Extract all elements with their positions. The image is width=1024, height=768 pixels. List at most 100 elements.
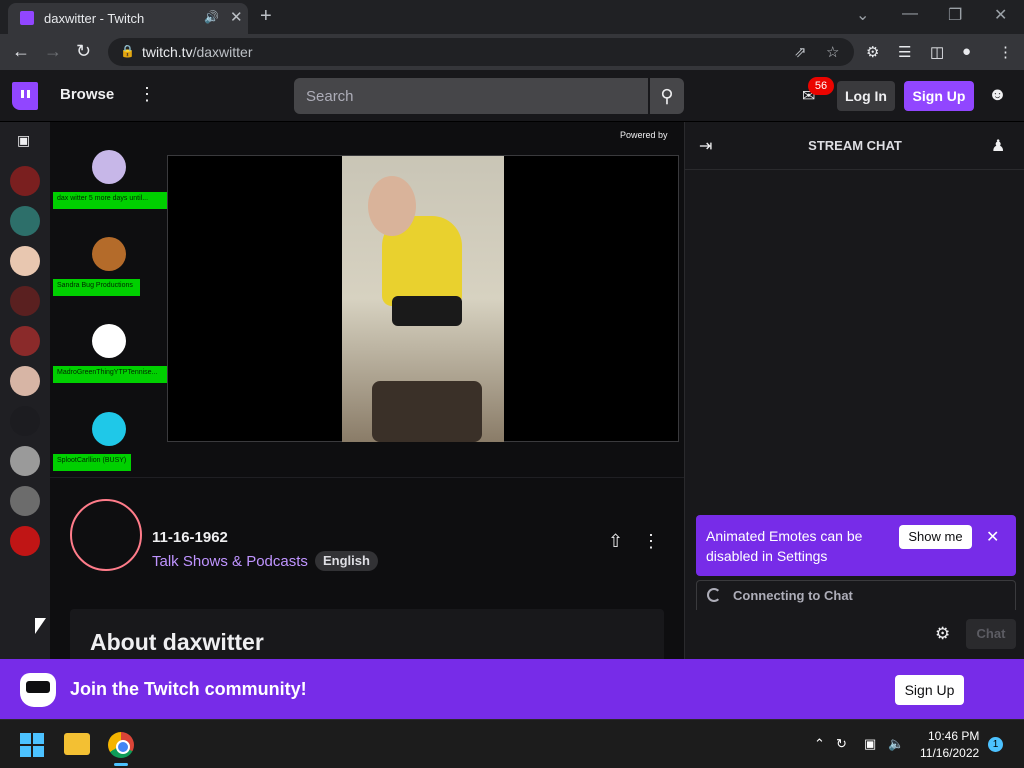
extensions-icon[interactable]: ⚙ xyxy=(866,43,879,61)
browse-link[interactable]: Browse xyxy=(60,86,114,103)
back-icon[interactable]: ← xyxy=(12,41,30,62)
show-me-button[interactable]: Show me xyxy=(899,525,972,549)
file-explorer-icon[interactable] xyxy=(64,733,90,755)
mouse-cursor-icon xyxy=(35,618,46,634)
stream-info: 11-16-1962 Talk Shows & Podcasts English… xyxy=(50,479,684,659)
side-nav: ▣ xyxy=(0,122,50,659)
chrome-icon[interactable] xyxy=(108,732,134,758)
followed-channel-avatar[interactable] xyxy=(10,446,40,476)
new-tab-icon[interactable]: + xyxy=(260,5,272,28)
followed-channel-avatar[interactable] xyxy=(10,486,40,516)
about-panel: About daxwitter xyxy=(70,609,664,659)
notification-badge[interactable]: 1 xyxy=(988,737,1003,752)
followed-channel-avatar[interactable] xyxy=(10,166,40,196)
user-icon[interactable]: ☻ xyxy=(988,84,1007,105)
followed-channel-avatar[interactable] xyxy=(10,286,40,316)
followed-channel-avatar[interactable] xyxy=(10,526,40,556)
video-player[interactable] xyxy=(167,155,679,442)
login-button[interactable]: Log In xyxy=(837,81,895,111)
share-page-icon[interactable]: ⇗ xyxy=(794,43,807,61)
channel-avatar[interactable] xyxy=(92,324,126,358)
clock-date[interactable]: 11/16/2022 xyxy=(920,746,979,760)
video-frame xyxy=(342,156,504,442)
close-icon[interactable]: ✕ xyxy=(986,527,999,547)
channel-label[interactable]: MadroGreenThingYTPTennise... xyxy=(53,366,167,383)
channel-label[interactable]: Sandra Bug Productions xyxy=(53,279,140,296)
minimize-icon[interactable]: — xyxy=(902,5,918,23)
signup-button[interactable]: Sign Up xyxy=(904,81,974,111)
followed-channel-avatar[interactable] xyxy=(10,366,40,396)
video-person-shorts xyxy=(392,296,462,326)
connecting-status: Connecting to Chat xyxy=(696,580,1016,610)
more-menu-icon[interactable]: ⋮ xyxy=(138,84,156,105)
channel-avatar-large[interactable] xyxy=(70,499,142,571)
close-tab-icon[interactable]: ✕ xyxy=(230,8,243,26)
inbox-count-badge: 56 xyxy=(808,77,834,95)
active-app-indicator xyxy=(114,763,128,766)
share-icon[interactable]: ⇧ xyxy=(608,531,623,552)
search-input[interactable]: Search xyxy=(294,78,648,114)
reading-list-icon[interactable]: ☰ xyxy=(898,43,911,61)
browser-toolbar: ← → ↻ 🔒 twitch.tv/daxwitter ⇗ ☆ ⚙ ☰ ◫ ● … xyxy=(0,34,1024,70)
bookmark-star-icon[interactable]: ☆ xyxy=(826,43,839,61)
video-tire xyxy=(372,381,482,442)
reload-icon[interactable]: ↻ xyxy=(76,41,91,62)
network-icon[interactable]: ▣ xyxy=(864,736,876,752)
tab-title: daxwitter - Twitch xyxy=(44,11,145,26)
followed-channel-avatar[interactable] xyxy=(10,206,40,236)
settings-gear-icon[interactable]: ⚙ xyxy=(935,624,950,644)
followed-channel-avatar[interactable] xyxy=(10,406,40,436)
language-tag[interactable]: English xyxy=(315,551,378,571)
kebab-menu-icon[interactable]: ⋮ xyxy=(642,531,660,552)
glitch-mascot-icon xyxy=(20,673,56,707)
chat-send-button[interactable]: Chat xyxy=(966,619,1016,649)
browser-tab[interactable]: daxwitter - Twitch 🔊 ✕ xyxy=(8,3,248,34)
browser-tab-strip: daxwitter - Twitch 🔊 ✕ + ⌄ — ❐ ✕ xyxy=(0,0,1024,34)
channel-avatar[interactable] xyxy=(92,150,126,184)
player-area: Powered by dax witter 5 more days until.… xyxy=(50,122,684,478)
join-banner: Join the Twitch community! Sign Up xyxy=(0,659,1024,719)
window-close-icon[interactable]: ✕ xyxy=(994,5,1007,25)
twitch-logo-icon[interactable] xyxy=(12,82,38,110)
tray-overflow-icon[interactable]: ⌃ xyxy=(814,736,825,752)
twitch-favicon-icon xyxy=(20,11,34,25)
search-icon[interactable]: ⚲ xyxy=(650,78,684,114)
address-bar[interactable]: 🔒 twitch.tv/daxwitter ⇗ ☆ xyxy=(108,38,854,66)
chrome-menu-icon[interactable]: ⋮ xyxy=(998,43,1013,61)
clock-time[interactable]: 10:46 PM xyxy=(928,729,979,743)
about-title: About daxwitter xyxy=(90,629,264,655)
powered-by-label: Powered by xyxy=(620,130,668,140)
restore-icon[interactable]: ❐ xyxy=(948,5,962,25)
notice-text: Animated Emotes can be disabled in Setti… xyxy=(706,528,863,564)
followed-channel-avatar[interactable] xyxy=(10,246,40,276)
channel-avatar[interactable] xyxy=(92,237,126,271)
profile-icon[interactable]: ● xyxy=(962,43,971,60)
update-icon[interactable]: ↻ xyxy=(836,736,847,752)
volume-icon[interactable]: 🔈 xyxy=(888,736,904,752)
forward-icon[interactable]: → xyxy=(44,41,62,62)
channel-label[interactable]: dax witter 5 more days until... xyxy=(53,192,167,209)
category-link[interactable]: Talk Shows & Podcasts xyxy=(152,553,308,570)
windows-start-icon[interactable] xyxy=(20,733,44,757)
animated-emotes-notice: Animated Emotes can be disabled in Setti… xyxy=(696,515,1016,576)
twitch-top-nav: Browse ⋮ Search ⚲ ✉ 56 Log In Sign Up ☻ xyxy=(0,70,1024,122)
channel-label[interactable]: SplootCarllion (BUSY) xyxy=(53,454,131,471)
channel-avatar[interactable] xyxy=(92,412,126,446)
video-camera-icon[interactable]: ▣ xyxy=(17,132,30,149)
banner-text: Join the Twitch community! xyxy=(70,679,307,699)
connecting-text: Connecting to Chat xyxy=(733,588,853,603)
followed-channel-avatar[interactable] xyxy=(10,326,40,356)
chat-header: ⇥ STREAM CHAT ♟ xyxy=(685,122,1024,170)
tab-search-icon[interactable]: ⌄ xyxy=(856,5,869,25)
banner-signup-button[interactable]: Sign Up xyxy=(895,675,964,705)
community-icon[interactable]: ♟ xyxy=(991,136,1005,156)
stream-title: 11-16-1962 xyxy=(152,529,228,546)
lock-icon[interactable]: 🔒 xyxy=(120,44,135,58)
side-panel-icon[interactable]: ◫ xyxy=(930,43,944,61)
video-person-head xyxy=(368,176,416,236)
speaker-icon[interactable]: 🔊 xyxy=(204,10,219,24)
windows-taskbar: ⌃ ↻ ▣ 🔈 10:46 PM 11/16/2022 1 xyxy=(0,719,1024,768)
url-text: twitch.tv/daxwitter xyxy=(142,44,253,60)
stream-chat: ⇥ STREAM CHAT ♟ Animated Emotes can be d… xyxy=(684,122,1024,659)
chat-title: STREAM CHAT xyxy=(808,138,902,153)
